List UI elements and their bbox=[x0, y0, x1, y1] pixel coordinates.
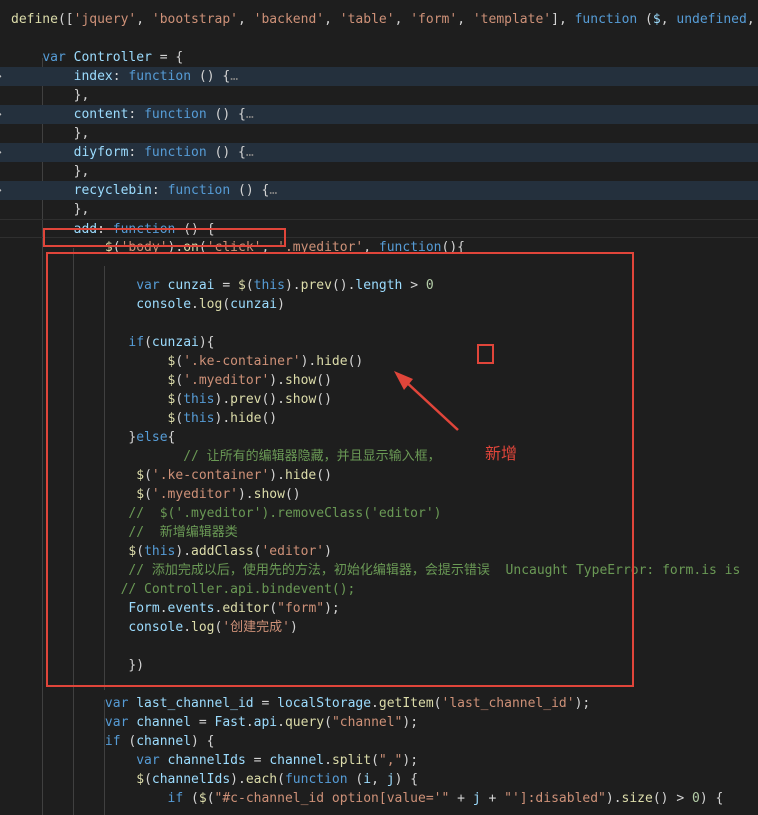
annotation-arrow-icon bbox=[394, 371, 459, 431]
annotation-label: 新增 bbox=[485, 444, 518, 463]
